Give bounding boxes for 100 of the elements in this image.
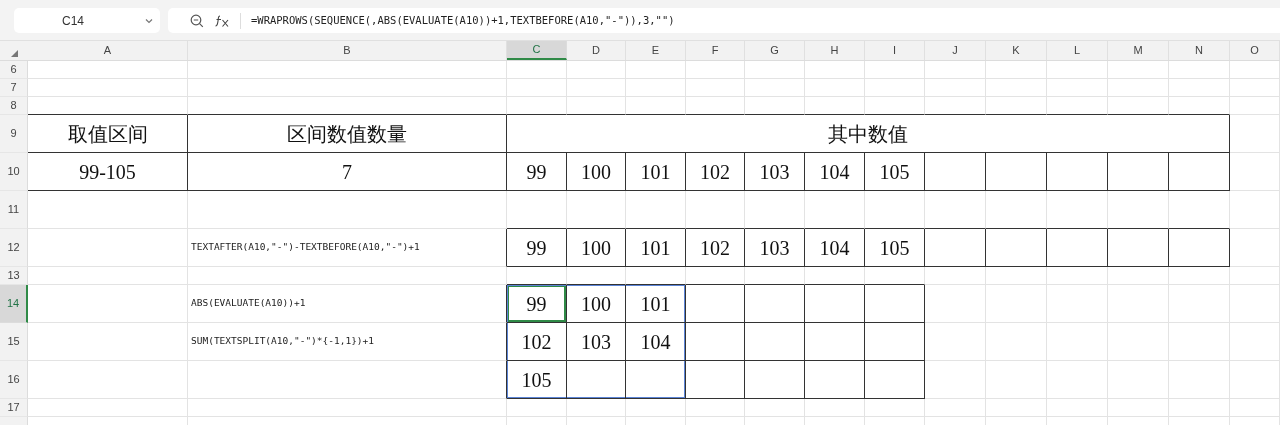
table-cell[interactable] xyxy=(925,229,986,267)
column-header[interactable]: M xyxy=(1108,41,1169,60)
table-cell[interactable] xyxy=(745,323,805,361)
table-cell[interactable] xyxy=(865,323,925,361)
table-cell[interactable] xyxy=(986,229,1047,267)
table-cell[interactable]: 101 xyxy=(626,285,686,323)
table-cell[interactable]: 102 xyxy=(507,323,567,361)
row-header[interactable]: 7 xyxy=(0,79,28,97)
column-header[interactable]: H xyxy=(805,41,865,60)
cell-value: 103 xyxy=(581,329,611,355)
table-cell[interactable] xyxy=(686,323,745,361)
table-cell[interactable]: 100 xyxy=(567,153,626,191)
table-cell[interactable]: 104 xyxy=(805,229,865,267)
column-header[interactable]: A xyxy=(28,41,188,60)
table-cell[interactable] xyxy=(1169,153,1230,191)
table-cell[interactable] xyxy=(745,285,805,323)
row-header[interactable] xyxy=(0,417,28,425)
column-header[interactable]: F xyxy=(686,41,745,60)
table-cell[interactable] xyxy=(1108,229,1169,267)
row-header[interactable]: 11 xyxy=(0,191,28,229)
row-header[interactable]: 13 xyxy=(0,267,28,285)
table-cell[interactable]: 104 xyxy=(805,153,865,191)
table-cell[interactable]: 取值区间 xyxy=(28,115,188,153)
cell-value: 104 xyxy=(819,235,850,261)
table-cell[interactable]: 104 xyxy=(626,323,686,361)
table-cell[interactable] xyxy=(865,285,925,323)
table-cell[interactable] xyxy=(805,323,865,361)
cell-value: 其中数值 xyxy=(828,121,908,147)
table-cell[interactable]: 99 xyxy=(507,153,567,191)
column-header[interactable]: E xyxy=(626,41,686,60)
cell-value: 105 xyxy=(521,367,552,393)
table-cell[interactable] xyxy=(745,361,805,399)
column-header[interactable]: G xyxy=(745,41,805,60)
table-cell[interactable] xyxy=(188,361,507,399)
table-cell[interactable] xyxy=(805,285,865,323)
table-cell[interactable]: 99 xyxy=(507,229,567,267)
cell-value: 100 xyxy=(581,159,611,185)
cell-value: 99 xyxy=(526,235,547,261)
table-cell[interactable] xyxy=(1047,229,1108,267)
table-cell[interactable]: 105 xyxy=(865,229,925,267)
column-header[interactable]: L xyxy=(1047,41,1108,60)
row-header[interactable]: 8 xyxy=(0,97,28,115)
table-cell[interactable]: 101 xyxy=(626,229,686,267)
row-header[interactable]: 9 xyxy=(0,115,28,153)
table-cell[interactable]: 7 xyxy=(188,153,507,191)
table-cell[interactable] xyxy=(865,361,925,399)
table-cell[interactable] xyxy=(686,361,745,399)
table-cell[interactable] xyxy=(567,361,626,399)
zoom-out-icon[interactable] xyxy=(190,13,204,28)
name-box[interactable]: C14 xyxy=(14,8,160,33)
column-header[interactable]: K xyxy=(986,41,1047,60)
column-header[interactable]: N xyxy=(1169,41,1230,60)
cell-value: 取值区间 xyxy=(67,121,148,147)
column-header[interactable]: I xyxy=(865,41,925,60)
cell-value: 104 xyxy=(819,159,850,185)
cell-value: 102 xyxy=(521,329,552,355)
table-cell[interactable] xyxy=(986,153,1047,191)
column-header[interactable]: C xyxy=(507,41,567,60)
formula-note: SUM(TEXTSPLIT(A10,"-")*{-1,1})+1 xyxy=(190,334,375,349)
row-header[interactable]: 17 xyxy=(0,399,28,417)
cell-value: 101 xyxy=(640,235,671,261)
row-header[interactable]: 6 xyxy=(0,61,28,79)
table-cell[interactable]: ABS(EVALUATE(A10))+1 xyxy=(188,285,507,323)
table-cell[interactable]: 102 xyxy=(686,153,745,191)
row-header[interactable]: 15 xyxy=(0,323,28,361)
table-cell[interactable]: 105 xyxy=(507,361,567,399)
cell-value: 103 xyxy=(759,159,790,185)
row-header[interactable]: 10 xyxy=(0,153,28,191)
table-cell[interactable]: 99 xyxy=(507,285,567,323)
table-cell[interactable] xyxy=(1047,153,1108,191)
table-cell[interactable] xyxy=(1169,229,1230,267)
table-cell[interactable]: 99-105 xyxy=(28,153,188,191)
table-cell[interactable]: 103 xyxy=(745,229,805,267)
table-cell[interactable]: TEXTAFTER(A10,"-")-TEXTBEFORE(A10,"-")+1 xyxy=(188,229,507,267)
row-header[interactable]: 12 xyxy=(0,229,28,267)
table-cell[interactable]: 100 xyxy=(567,285,626,323)
column-header[interactable]: J xyxy=(925,41,986,60)
cell-value: 105 xyxy=(879,159,910,185)
table-cell[interactable] xyxy=(1108,153,1169,191)
table-cell[interactable]: SUM(TEXTSPLIT(A10,"-")*{-1,1})+1 xyxy=(188,323,507,361)
function-icon[interactable] xyxy=(214,13,230,28)
table-cell[interactable]: 区间数值数量 xyxy=(188,115,507,153)
table-cell[interactable]: 103 xyxy=(745,153,805,191)
column-header[interactable]: D xyxy=(567,41,626,60)
row-header[interactable]: 14 xyxy=(0,285,28,323)
table-cell[interactable] xyxy=(805,361,865,399)
column-header[interactable]: O xyxy=(1230,41,1280,60)
table-cell[interactable]: 101 xyxy=(626,153,686,191)
row-header[interactable]: 16 xyxy=(0,361,28,399)
table-cell[interactable]: 105 xyxy=(865,153,925,191)
formula-bar[interactable]: =WRAPROWS(SEQUENCE(,ABS(EVALUATE(A10))+1,TEXTBEFORE(A10,"-")),3,"") xyxy=(168,8,1280,33)
cell-value: 104 xyxy=(640,329,671,355)
table-cell[interactable] xyxy=(925,153,986,191)
table-cell[interactable]: 其中数值 xyxy=(507,115,1230,153)
table-cell[interactable]: 103 xyxy=(567,323,626,361)
table-cell[interactable]: 102 xyxy=(686,229,745,267)
table-cell[interactable] xyxy=(686,285,745,323)
table-cell[interactable] xyxy=(626,361,686,399)
formula-note: ABS(EVALUATE(A10))+1 xyxy=(190,296,306,311)
table-cell[interactable]: 100 xyxy=(567,229,626,267)
